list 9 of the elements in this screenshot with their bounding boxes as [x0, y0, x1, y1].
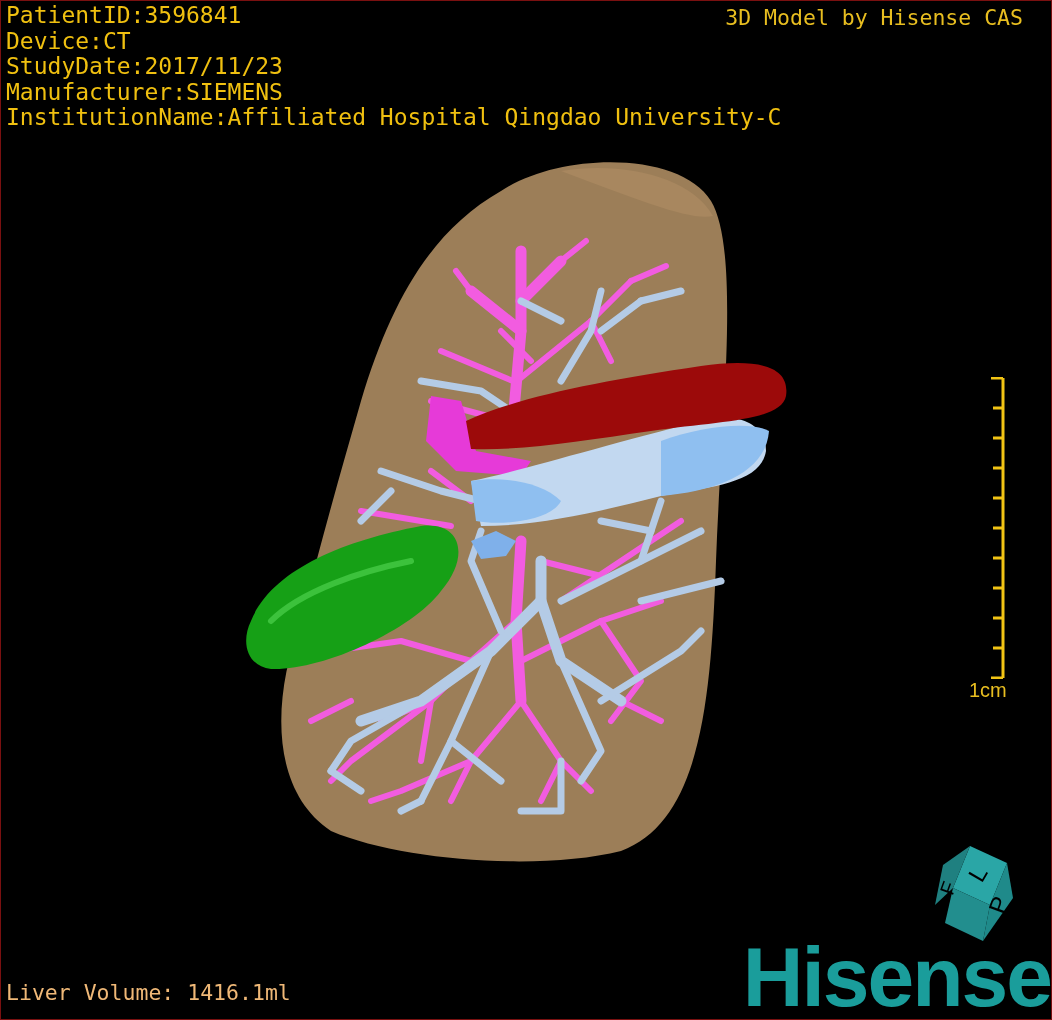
patient-info-text: StudyDate:2017/11/23 — [6, 54, 283, 80]
scale-bar-icon — [990, 377, 1005, 679]
patient-info-text: PatientID:3596841 — [6, 3, 242, 29]
patient-info-text: Manufacturer:SIEMENS — [6, 79, 283, 105]
scale-label: 1cm — [969, 679, 1007, 702]
viewer-title: 3D Model by Hisense CAS — [725, 5, 1023, 30]
patient-info-text: InstitutionName:Affiliated Hospital Qingdao University-C — [6, 105, 782, 131]
liver-volume-text: Liver Volume: 1416.1ml — [6, 980, 291, 1005]
patient-info-text: Device:CT — [6, 28, 131, 54]
